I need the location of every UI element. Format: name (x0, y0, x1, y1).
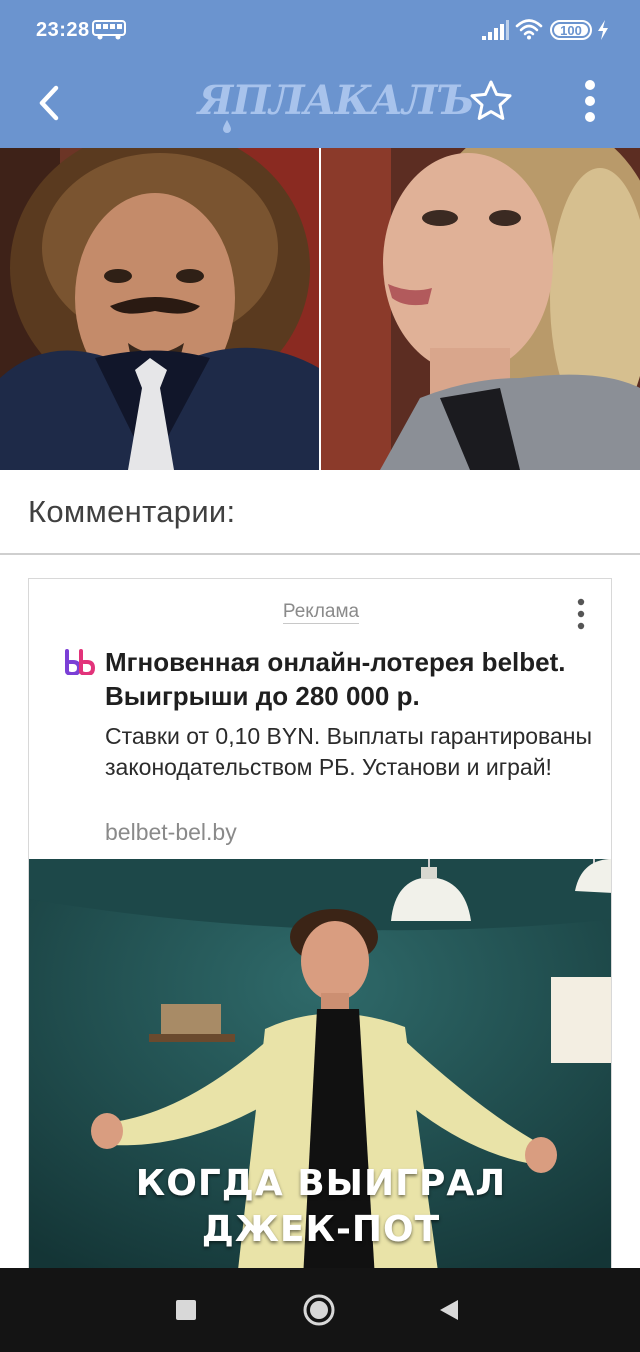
ad-card[interactable]: Реклама Мгновенная онлайн-лотерея belbet… (28, 578, 612, 1278)
ad-caption-line1: КОГДА ВЫИГРАЛ (135, 1163, 507, 1204)
ad-media[interactable]: КОГДА ВЫИГРАЛ ДЖЕК-ПОТ (29, 859, 611, 1277)
status-time: 23:28 (36, 19, 90, 41)
comments-heading: Комментарии: (28, 494, 236, 529)
divider (0, 553, 640, 555)
post-image[interactable] (0, 148, 640, 470)
battery-icon: 100 (550, 20, 592, 40)
ad-label-text: Реклама (282, 601, 360, 624)
ad-menu-icon[interactable] (571, 597, 591, 631)
status-bar: 23:28 100 (0, 0, 640, 62)
recent-apps-icon[interactable] (176, 1300, 196, 1320)
site-logo[interactable]: ЯПЛАКАЛЪ (198, 76, 475, 133)
battery-text: 100 (560, 22, 582, 38)
ad-domain[interactable]: belbet-bel.by (105, 819, 237, 846)
ad-title[interactable]: Мгновенная онлайн-лотерея belbet. Выигры… (105, 645, 595, 713)
star-outline-icon[interactable] (468, 78, 514, 124)
logo-text: ЯПЛАКАЛЪ (198, 77, 475, 124)
belbet-logo-icon (65, 649, 95, 675)
tear-drop-icon (223, 120, 231, 133)
ad-body: Ставки от 0,10 BYN. Выплаты гарантирован… (105, 723, 593, 780)
home-icon[interactable] (303, 1294, 335, 1326)
ad-label: Реклама (29, 601, 611, 624)
signal-icon (482, 20, 509, 40)
wifi-icon (515, 19, 543, 40)
back-arrow-icon[interactable] (28, 80, 74, 126)
more-vertical-icon[interactable] (570, 76, 610, 126)
ad-caption-line2: ДЖЕК-ПОТ (201, 1209, 441, 1250)
app-toolbar: ЯПЛАКАЛЪ (0, 62, 640, 148)
back-icon[interactable] (438, 1298, 460, 1322)
system-nav-bar (0, 1268, 640, 1352)
post-image-left-portrait (0, 148, 319, 470)
bus-icon (92, 20, 126, 40)
charging-icon (598, 20, 608, 40)
ad-caption: КОГДА ВЫИГРАЛ ДЖЕК-ПОТ (29, 1161, 611, 1253)
post-image-right-portrait (321, 148, 640, 470)
